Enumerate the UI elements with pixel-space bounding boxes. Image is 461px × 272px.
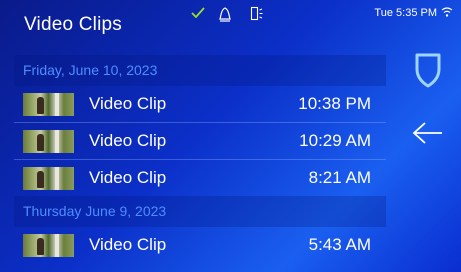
clip-label: Video Clip [89, 235, 167, 254]
clip-label: Video Clip [89, 94, 167, 113]
clip-row[interactable]: Video Clip 10:29 AM [14, 122, 386, 159]
page-title: Video Clips [24, 14, 122, 35]
wifi-icon [441, 5, 453, 23]
clip-thumbnail [23, 93, 74, 116]
back-arrow-icon [412, 122, 444, 149]
clip-time: 10:38 PM [298, 94, 371, 113]
clip-thumbnail [23, 167, 74, 190]
clock-time: Tue 5:35 PM [374, 7, 437, 19]
clip-time: 5:43 AM [308, 235, 371, 254]
shield-icon [413, 53, 443, 92]
date-header: Thursday June 9, 2023 [14, 196, 386, 227]
clip-row[interactable]: Video Clip 5:43 AM [14, 227, 386, 263]
clip-row[interactable]: Video Clip 10:38 PM [14, 86, 386, 122]
clip-thumbnail [23, 234, 74, 257]
clip-label: Video Clip [89, 131, 167, 150]
clip-time: 8:21 AM [308, 168, 371, 187]
alarm-bell-icon [218, 6, 232, 29]
shield-button[interactable] [413, 52, 443, 93]
status-bar: Video Clips Tue 5:35 PM [0, 0, 461, 46]
clip-thumbnail [23, 130, 74, 153]
back-button[interactable] [412, 121, 444, 150]
date-header: Friday, June 10, 2023 [14, 55, 386, 86]
check-icon [190, 6, 206, 25]
door-sensor-icon [250, 6, 264, 27]
video-clip-list: Friday, June 10, 2023 Video Clip 10:38 P… [14, 55, 386, 263]
clip-time: 10:29 AM [299, 131, 371, 150]
clip-row[interactable]: Video Clip 8:21 AM [14, 159, 386, 196]
clip-label: Video Clip [89, 168, 167, 187]
